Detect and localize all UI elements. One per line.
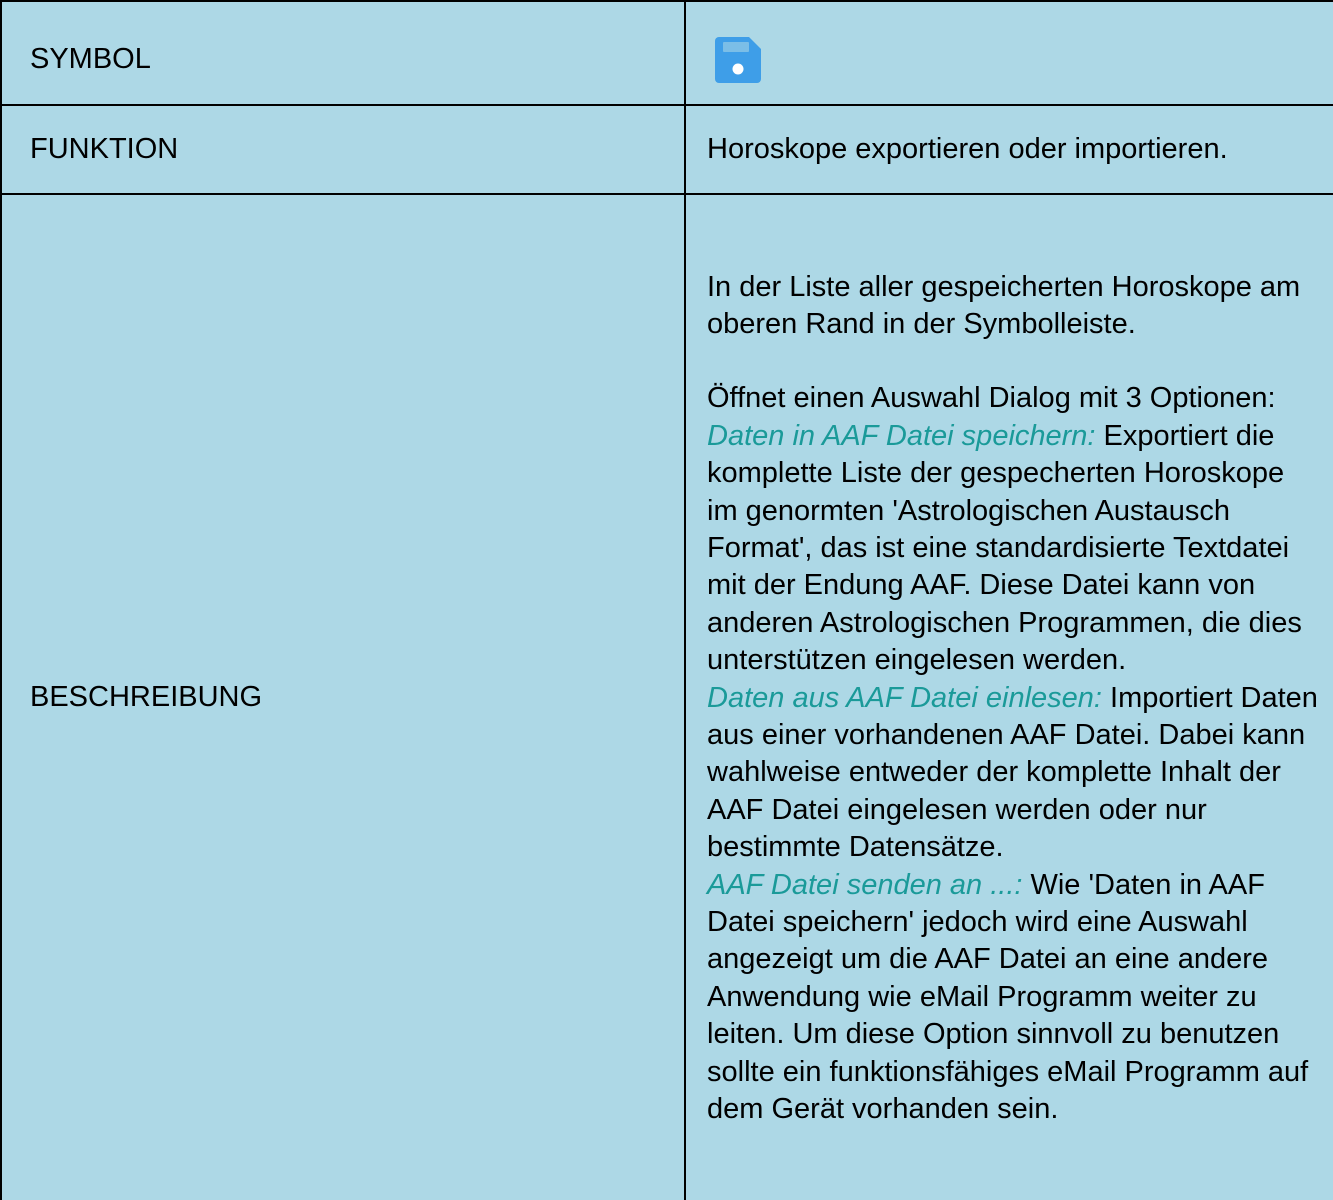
option-export-text: Exportiert die komplette Liste der gespe… <box>707 419 1302 677</box>
description-text: In der Liste aller gespeicherten Horosko… <box>707 261 1319 1135</box>
beschreibung-label: BESCHREIBUNG <box>0 193 686 1200</box>
symbol-cell <box>684 0 1333 106</box>
function-info-table: SYMBOL FUNKTION Horoskope exportieren od… <box>0 0 1333 1200</box>
option-send-name: AAF Datei senden an ...: <box>707 868 1023 901</box>
option-import: Daten aus AAF Datei einlesen: Importiert… <box>707 680 1319 867</box>
save-floppy-icon <box>715 37 761 83</box>
symbol-label: SYMBOL <box>0 0 686 106</box>
funktion-value: Horoskope exportieren oder importieren. <box>684 104 1333 195</box>
funktion-label: FUNKTION <box>0 104 686 195</box>
description-dialog-line: Öffnet einen Auswahl Dialog mit 3 Option… <box>707 382 1276 415</box>
option-export: Daten in AAF Datei speichern: Exportiert… <box>707 418 1319 680</box>
option-export-name: Daten in AAF Datei speichern: <box>707 419 1096 452</box>
option-send: AAF Datei senden an ...: Wie 'Daten in A… <box>707 867 1319 1129</box>
beschreibung-value: In der Liste aller gespeicherten Horosko… <box>684 193 1333 1200</box>
table-row-beschreibung: BESCHREIBUNG In der Liste aller gespeich… <box>0 193 1333 1200</box>
table-row-symbol: SYMBOL <box>0 0 1333 106</box>
option-send-text: Wie 'Daten in AAF Datei speichern' jedoc… <box>707 868 1309 1126</box>
description-intro: In der Liste aller gespeicherten Horosko… <box>707 270 1301 340</box>
option-import-name: Daten aus AAF Datei einlesen: <box>707 681 1102 714</box>
table-row-funktion: FUNKTION Horoskope exportieren oder impo… <box>0 104 1333 195</box>
